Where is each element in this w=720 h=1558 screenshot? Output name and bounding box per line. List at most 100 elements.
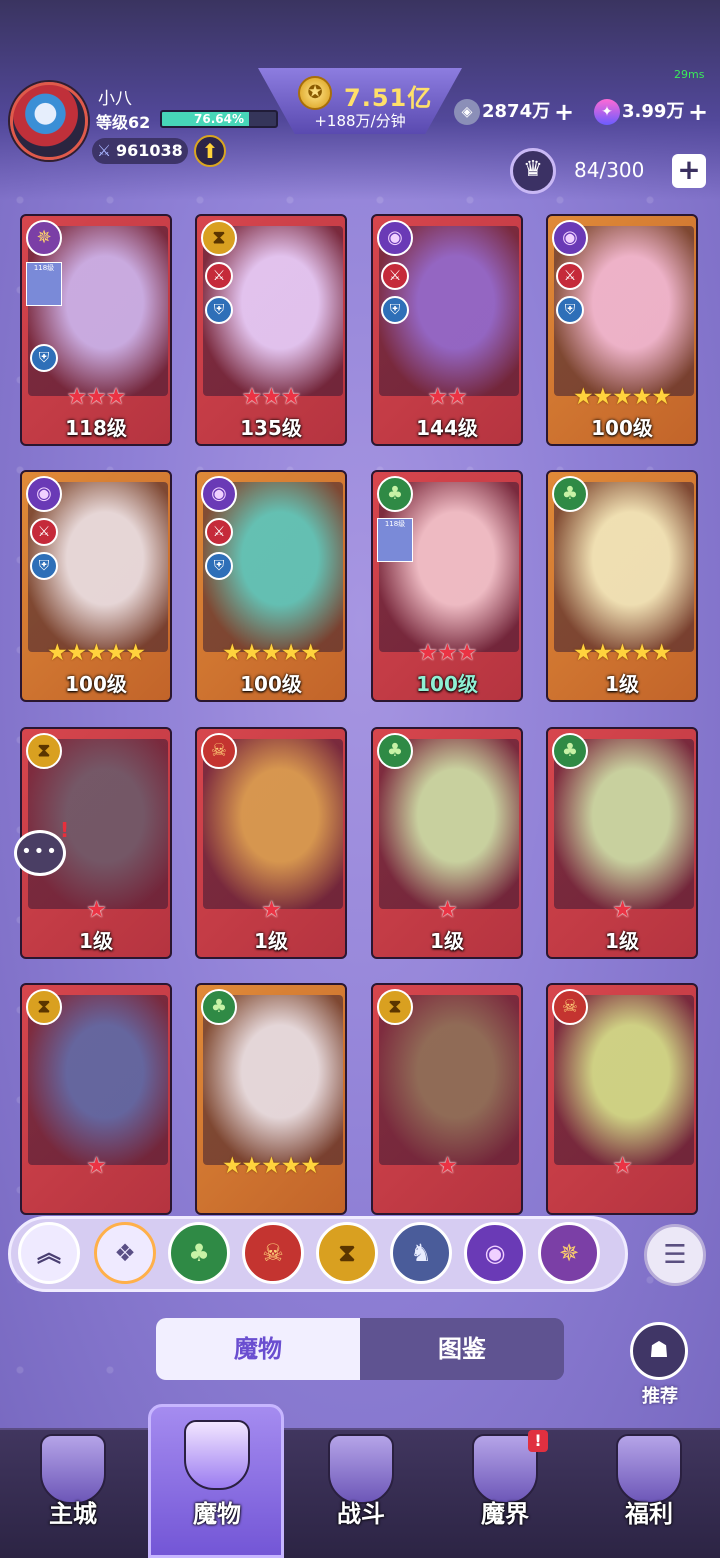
monster-level: 1级 [605,672,639,696]
monster-level: 118级 [65,416,127,440]
swirl-element-icon: ✵ [558,1239,580,1267]
swirl-element-filter-button[interactable]: ✵ [538,1222,600,1284]
eye-element-icon: ◉ [552,220,588,256]
tab-codex[interactable]: 图鉴 [360,1318,564,1380]
star-rating: ★ [437,897,458,923]
expand-capacity-button[interactable]: + [672,154,706,188]
star-rating: ★ [86,897,107,923]
combat-power-value: 961038 [116,141,183,160]
ping-label: 29ms [674,68,705,81]
gem-icon: ◈ [454,99,480,125]
attack-badge-icon: ⚔ [205,518,233,546]
monster-card[interactable]: ☠ ★ 1级 [195,727,347,959]
monster-card[interactable]: ⧗ ★ [20,983,172,1215]
player-avatar[interactable] [10,82,88,160]
nav-item-1[interactable]: 魔物 [162,1420,272,1558]
monster-level: 1级 [605,929,639,953]
monster-card[interactable]: ♣ ★ 1级 [546,727,698,959]
monster-card[interactable]: ◉ ⚔ ⛨ ★★ 144级 [371,214,523,446]
star-rating: ★★★ [241,384,302,410]
star-crystal-icon: ✦ [594,99,620,125]
monster-card[interactable]: ◉ ⚔ ⛨ ★★★★★ 100级 [20,470,172,702]
nav-item-0[interactable]: 主城 [18,1428,128,1558]
add-gems-button[interactable]: + [554,98,574,126]
monster-card[interactable]: ◉ ⚔ ⛨ ★★★★★ 100级 [546,214,698,446]
monster-card[interactable]: ✵⚔⛨118级★★★118级 [20,214,172,446]
eye-element-icon: ◉ [201,476,237,512]
nav-alert-icon: ! [528,1430,548,1452]
monster-card[interactable]: ♣ ★★★★★ 1级 [546,470,698,702]
dragon-element-filter-button[interactable]: ♞ [390,1222,452,1284]
shield-badge-icon: ⛨ [30,552,58,580]
shield-badge-icon: ⛨ [205,296,233,324]
leaf-element-filter-button[interactable]: ♣ [168,1222,230,1284]
leaf-element-icon: ♣ [552,476,588,512]
sort-button[interactable]: ☰ [644,1224,706,1286]
leaf-element-icon: ♣ [552,733,588,769]
monster-card[interactable]: ♣ 118级 ★★★ 100级 [371,470,523,702]
monster-card[interactable]: ♣ ★★★★★ [195,983,347,1215]
star-rating: ★ [261,897,282,923]
monster-card[interactable]: ☠ ★ [546,983,698,1215]
shield-badge-icon: ⛨ [381,296,409,324]
star-rating: ★★★★★ [572,384,672,410]
monster-card[interactable]: ◉ ⚔ ⛨ ★★★★★ 100级 [195,470,347,702]
monster-level: 100级 [65,672,127,696]
nav-item-4[interactable]: 福利 [594,1428,704,1558]
attack-badge-icon: ⚔ [381,262,409,290]
up-arrow-icon: ⬆ [201,139,219,163]
sword-icon: ⚔ [96,141,112,160]
monster-level: 1级 [79,929,113,953]
collapse-filter-filter-button[interactable]: ︽ [18,1222,80,1284]
monster-card[interactable]: ♣ ★ 1级 [371,727,523,959]
monster-head-icon: ♛ [510,148,556,194]
star-rating: ★★★★★ [572,640,672,666]
monster-card[interactable]: ⧗ ★ [371,983,523,1215]
gem-resource: ◈ 2874万 + [454,98,578,126]
star-rating: ★★★★★ [221,640,321,666]
star-rating: ★ [437,1153,458,1179]
leaf-element-icon: ♣ [377,733,413,769]
demon-element-filter-button[interactable]: ☠ [242,1222,304,1284]
player-name: 小八 [98,89,132,109]
shield-badge-icon: ⛨ [30,344,58,372]
leaf-element-icon: ♣ [201,989,237,1025]
monster-card[interactable]: ⧗ ⚔ ⛨ ★★★ 135级 [195,214,347,446]
tab-monsters[interactable]: 魔物 [156,1318,360,1380]
nav-item-2[interactable]: 战斗 [306,1428,416,1558]
upgrade-button[interactable]: ⬆ [194,135,226,167]
star-rating: ★★★★★ [46,640,146,666]
add-stars-button[interactable]: + [688,98,708,126]
leaf-element-icon: ♣ [188,1239,210,1267]
view-tabs: 魔物 图鉴 [156,1318,564,1380]
nav-label: 战斗 [337,1500,385,1528]
gold-value: 7.51亿 [344,84,433,112]
leaf-element-icon: ♣ [377,476,413,512]
monster-level: 135级 [240,416,302,440]
star-rating: ★ [612,897,633,923]
star-rating: ★★ [427,384,467,410]
star-rating: ★★★ [417,640,478,666]
demon-element-icon: ☠ [262,1239,284,1267]
monster-level: 1级 [254,929,288,953]
chat-icon: ••• [21,841,59,862]
chat-button[interactable]: ••• [14,830,66,876]
attack-badge-icon: ⚔ [30,518,58,546]
monster-level: 1级 [430,929,464,953]
player-level: 等级62 [96,113,151,132]
eye-element-icon: ◉ [377,220,413,256]
linked-monster-thumbnail: 118级 [26,262,62,306]
recommend-button[interactable]: ☗ [630,1322,688,1380]
eye-element-filter-button[interactable]: ◉ [464,1222,526,1284]
star-value: 3.99万 [622,101,685,122]
nav-label: 主城 [49,1500,97,1528]
all-filter-filter-button[interactable]: ❖ [94,1222,156,1284]
combat-power: ⚔ 961038 [92,138,188,164]
nav-label: 魔界 [481,1500,529,1528]
eye-element-icon: ◉ [26,476,62,512]
shield-badge-icon: ⛨ [205,552,233,580]
group-icon: ☗ [649,1338,669,1363]
capacity-value: 84/300 [574,158,645,182]
hourglass-element-filter-button[interactable]: ⧗ [316,1222,378,1284]
dragon-element-icon: ♞ [410,1239,432,1267]
